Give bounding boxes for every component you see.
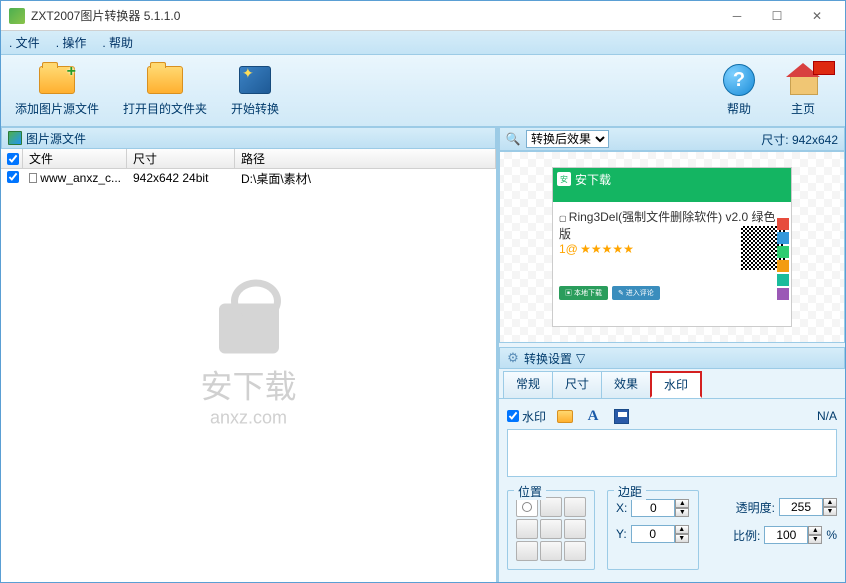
- main-area: 图片源文件 文件 尺寸 路径 www_anxz_c... 942x642 24b…: [1, 127, 845, 582]
- menu-operate[interactable]: . 操作: [56, 34, 87, 51]
- right-panel: 转换后效果 尺寸: 942x642 安安下载 ▢ Ring3Del(强制文件删除…: [499, 127, 845, 582]
- tab-size[interactable]: 尺寸: [552, 371, 602, 398]
- source-panel: 图片源文件 文件 尺寸 路径 www_anxz_c... 942x642 24b…: [1, 127, 499, 582]
- preview-image: 安安下载 ▢ Ring3Del(强制文件删除软件) v2.0 绿色版 1@ ★★…: [552, 167, 792, 327]
- settings-title: 转换设置: [524, 350, 572, 367]
- col-check[interactable]: [1, 149, 23, 168]
- preview-area: 安安下载 ▢ Ring3Del(强制文件删除软件) v2.0 绿色版 1@ ★★…: [499, 151, 845, 343]
- file-icon: [29, 173, 37, 183]
- menu-bar: . 文件 . 操作 . 帮助: [1, 31, 845, 55]
- save-button[interactable]: [612, 407, 630, 425]
- na-label: N/A: [817, 409, 837, 423]
- image-icon: [8, 131, 22, 145]
- open-file-button[interactable]: [556, 407, 574, 425]
- select-all-checkbox[interactable]: [7, 153, 19, 165]
- scale-row: 比例: ▲▼ %: [733, 526, 837, 544]
- x-up[interactable]: ▲: [675, 499, 689, 508]
- file-table: 文件 尺寸 路径 www_anxz_c... 942x642 24bit D:\…: [1, 149, 496, 582]
- col-file[interactable]: 文件: [23, 149, 127, 168]
- opacity-scale-column: 透明度: ▲▼ 比例: ▲▼ %: [733, 490, 837, 570]
- menu-help[interactable]: . 帮助: [102, 34, 133, 51]
- settings-header: 转换设置 ▽: [499, 347, 845, 369]
- row-checkbox[interactable]: [7, 171, 19, 183]
- title-bar: ZXT2007图片转换器 5.1.1.0 ─ ☐ ✕: [1, 1, 845, 31]
- app-icon: [9, 8, 25, 24]
- source-panel-header: 图片源文件: [1, 127, 496, 149]
- pos-bot-center[interactable]: [540, 541, 562, 561]
- collapse-icon[interactable]: ▽: [576, 351, 585, 365]
- watermark-checkbox[interactable]: [507, 410, 519, 422]
- pos-mid-left[interactable]: [516, 519, 538, 539]
- pos-mid-right[interactable]: [564, 519, 586, 539]
- maximize-button[interactable]: ☐: [757, 2, 797, 30]
- margin-fieldset: 边距 X: ▲▼ Y:: [607, 490, 699, 570]
- opacity-down[interactable]: ▼: [823, 507, 837, 516]
- help-icon: ?: [723, 64, 755, 96]
- background-watermark: 安下载 anxz.com: [200, 303, 296, 428]
- x-down[interactable]: ▼: [675, 508, 689, 517]
- settings-tabs: 常规 尺寸 效果 水印: [499, 369, 845, 399]
- source-panel-title: 图片源文件: [26, 130, 86, 147]
- margin-x-input[interactable]: [631, 499, 675, 517]
- tab-watermark[interactable]: 水印: [650, 371, 702, 398]
- save-icon: [614, 409, 629, 424]
- watermark-tab-content: 水印 A N/A 位置: [499, 399, 845, 582]
- pos-top-center[interactable]: [540, 497, 562, 517]
- position-fieldset: 位置: [507, 490, 595, 570]
- margin-y-row: Y: ▲▼: [616, 525, 690, 543]
- menu-file[interactable]: . 文件: [9, 34, 40, 51]
- close-button[interactable]: ✕: [797, 2, 837, 30]
- col-path[interactable]: 路径: [235, 149, 496, 168]
- start-convert-button[interactable]: 开始转换: [231, 64, 279, 117]
- font-button[interactable]: A: [584, 407, 602, 425]
- folder-plus-icon: [39, 66, 75, 94]
- position-grid: [516, 497, 586, 561]
- folder-icon: [147, 66, 183, 94]
- row-filename: www_anxz_c...: [40, 171, 121, 185]
- wand-icon: [239, 66, 271, 94]
- pos-top-left[interactable]: [516, 497, 538, 517]
- opacity-row: 透明度: ▲▼: [733, 498, 837, 516]
- col-size[interactable]: 尺寸: [127, 149, 235, 168]
- gear-icon: [506, 351, 520, 365]
- watermark-checkbox-label[interactable]: 水印: [507, 408, 546, 425]
- watermark-text-input[interactable]: [507, 429, 837, 477]
- preview-bar: 转换后效果 尺寸: 942x642: [499, 127, 845, 151]
- file-table-header: 文件 尺寸 路径: [1, 149, 496, 169]
- pos-bot-right[interactable]: [564, 541, 586, 561]
- y-down[interactable]: ▼: [675, 534, 689, 543]
- margin-x-row: X: ▲▼: [616, 499, 690, 517]
- magnifier-icon: [506, 132, 520, 146]
- tab-general[interactable]: 常规: [503, 371, 553, 398]
- y-up[interactable]: ▲: [675, 525, 689, 534]
- preview-size-label: 尺寸: 942x642: [761, 131, 838, 148]
- row-path: D:\桌面\素材\: [235, 170, 496, 187]
- minimize-button[interactable]: ─: [717, 2, 757, 30]
- row-size: 942x642 24bit: [127, 171, 235, 185]
- scale-down[interactable]: ▼: [808, 535, 822, 544]
- preview-mode-select[interactable]: 转换后效果: [526, 130, 609, 148]
- toolbar: 添加图片源文件 打开目的文件夹 开始转换 ? 帮助 主页: [1, 55, 845, 127]
- open-dest-button[interactable]: 打开目的文件夹: [123, 64, 207, 117]
- scale-up[interactable]: ▲: [808, 526, 822, 535]
- add-source-button[interactable]: 添加图片源文件: [15, 64, 99, 117]
- opacity-up[interactable]: ▲: [823, 498, 837, 507]
- pos-mid-center[interactable]: [540, 519, 562, 539]
- tab-effect[interactable]: 效果: [601, 371, 651, 398]
- pos-top-right[interactable]: [564, 497, 586, 517]
- table-row[interactable]: www_anxz_c... 942x642 24bit D:\桌面\素材\: [1, 169, 496, 187]
- flag-icon[interactable]: [813, 61, 835, 75]
- pos-bot-left[interactable]: [516, 541, 538, 561]
- margin-y-input[interactable]: [631, 525, 675, 543]
- opacity-input[interactable]: [779, 498, 823, 516]
- help-button[interactable]: ? 帮助: [719, 64, 759, 117]
- folder-small-icon: [557, 410, 573, 423]
- window-title: ZXT2007图片转换器 5.1.1.0: [31, 7, 717, 24]
- scale-input[interactable]: [764, 526, 808, 544]
